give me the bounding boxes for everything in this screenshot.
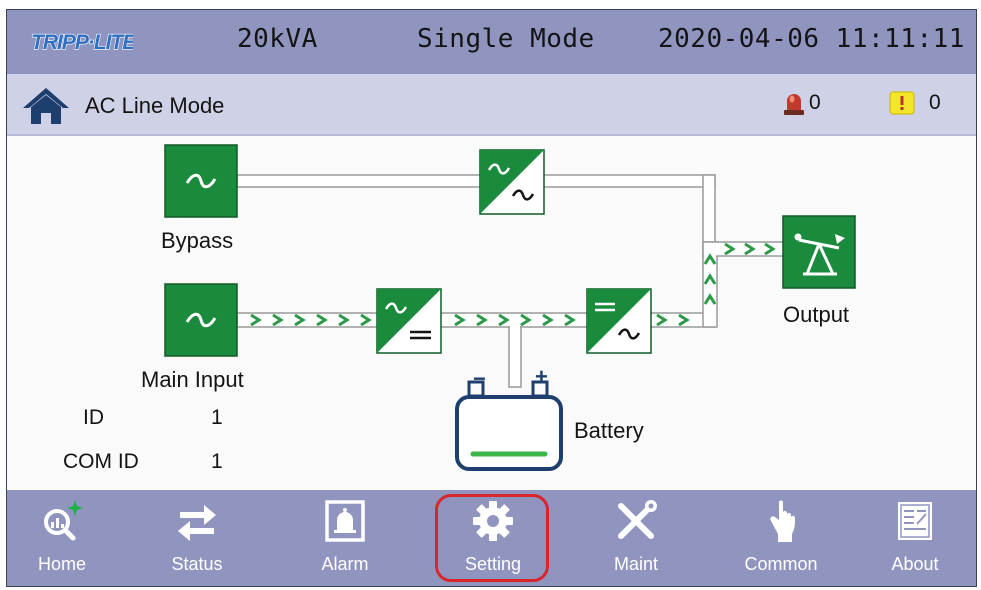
battery-label: Battery (574, 418, 644, 443)
rectifier-module[interactable] (376, 288, 442, 354)
svg-text:TRIPP·LITE: TRIPP·LITE (31, 31, 133, 54)
nav-maint-label: Maint (613, 554, 658, 574)
nav-about[interactable]: About (860, 490, 970, 586)
nav-home[interactable]: Home (7, 490, 117, 586)
warning-icon[interactable] (889, 91, 915, 115)
operating-mode-label: AC Line Mode (85, 93, 225, 118)
bypass-source-module[interactable] (164, 144, 238, 218)
nav-status[interactable]: Status (142, 490, 252, 586)
warning-count: 0 (929, 91, 941, 114)
home-icon[interactable] (21, 86, 71, 126)
power-flow-diagram: − + Bypass Main Input Battery Output ID … (7, 136, 976, 490)
output-module[interactable] (782, 215, 856, 289)
main-input-module[interactable] (164, 283, 238, 357)
nav-setting[interactable]: Setting (438, 490, 548, 586)
nav-about-label: About (891, 554, 939, 574)
battery-negative-terminal: − (473, 366, 486, 391)
id-label: ID (83, 406, 104, 429)
nav-common[interactable]: Common (726, 490, 836, 586)
bell-icon (322, 498, 368, 544)
nav-alarm[interactable]: Alarm (290, 490, 400, 586)
bypass-path (236, 174, 716, 270)
system-mode-label: Single Mode (417, 24, 595, 54)
gear-icon (470, 498, 516, 544)
capacity-label: 20kVA (237, 24, 318, 54)
bottom-navigation: Home Status Alarm Setting Maint Common A… (7, 490, 976, 586)
document-icon (892, 498, 938, 544)
alarm-count: 0 (809, 91, 821, 114)
battery-module[interactable] (455, 380, 563, 471)
tools-icon (613, 498, 659, 544)
output-label: Output (783, 302, 850, 327)
com-id-label: COM ID (63, 450, 139, 473)
nav-status-label: Status (171, 554, 223, 574)
touch-hand-icon (758, 498, 804, 544)
datetime-label: 2020-04-06 11:11:11 (658, 24, 965, 54)
nav-alarm-label: Alarm (321, 554, 369, 574)
battery-link (508, 325, 522, 388)
com-id-value: 1 (211, 450, 223, 473)
arrows-swap-icon (174, 498, 220, 544)
nav-setting-label: Setting (464, 554, 522, 574)
bypass-label: Bypass (161, 228, 234, 253)
home-search-icon (39, 498, 85, 544)
main-power-path (236, 241, 786, 328)
status-bar: AC Line Mode 0 0 (7, 76, 976, 136)
static-switch-module[interactable] (479, 149, 545, 215)
battery-positive-terminal: + (535, 364, 548, 389)
tripp-lite-logo: TRIPP·LITE (29, 24, 133, 58)
inverter-module[interactable] (586, 288, 652, 354)
nav-home-label: Home (37, 554, 86, 574)
nav-maint[interactable]: Maint (581, 490, 691, 586)
alarm-siren-icon[interactable] (783, 90, 805, 116)
nav-common-label: Common (744, 554, 818, 574)
id-value: 1 (211, 406, 223, 429)
top-bar: TRIPP·LITE 20kVA Single Mode 2020-04-06 … (7, 10, 976, 76)
ups-screen: TRIPP·LITE 20kVA Single Mode 2020-04-06 … (6, 9, 977, 587)
main-input-label: Main Input (141, 367, 244, 392)
